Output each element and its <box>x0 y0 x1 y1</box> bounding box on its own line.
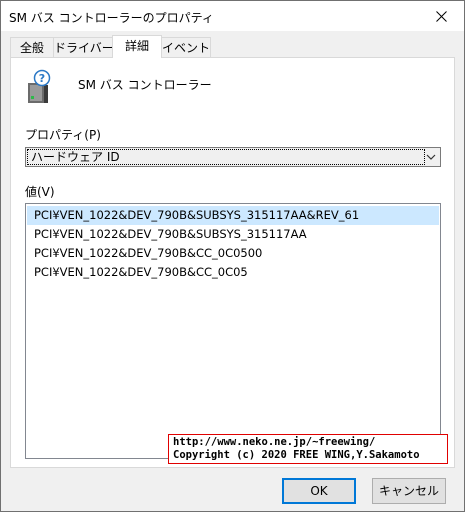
property-label: プロパティ(P) <box>25 128 101 142</box>
value-label: 値(V) <box>25 185 55 199</box>
cancel-button[interactable]: キャンセル <box>372 478 446 504</box>
close-button[interactable] <box>418 1 464 31</box>
watermark-copyright: Copyright (c) 2020 FREE WING,Y.Sakamoto <box>173 449 420 461</box>
list-item[interactable]: PCI¥VEN_1022&DEV_790B&CC_0C05 <box>27 263 439 282</box>
property-selected-value: ハードウェア ID <box>27 149 425 165</box>
tab-general[interactable]: 全般 <box>10 37 54 57</box>
device-name: SM バス コントローラー <box>78 78 212 92</box>
tab-details[interactable]: 詳細 <box>112 35 162 58</box>
list-item[interactable]: PCI¥VEN_1022&DEV_790B&SUBSYS_315117AA <box>27 225 439 244</box>
properties-dialog: SM バス コントローラーのプロパティ 全般 ドライバー 詳細 イベント ? S… <box>0 0 465 512</box>
chevron-down-icon <box>426 154 436 160</box>
svg-text:?: ? <box>39 72 45 85</box>
value-listbox[interactable]: PCI¥VEN_1022&DEV_790B&SUBSYS_315117AA&RE… <box>25 203 441 459</box>
ok-button[interactable]: OK <box>282 478 356 504</box>
window-title: SM バス コントローラーのプロパティ <box>9 11 214 25</box>
list-item[interactable]: PCI¥VEN_1022&DEV_790B&SUBSYS_315117AA&RE… <box>27 206 439 225</box>
tab-events-label: イベント <box>162 41 211 55</box>
tab-driver[interactable]: ドライバー <box>53 37 114 57</box>
device-unknown-icon: ? <box>28 69 51 103</box>
watermark-url: http://www.neko.ne.jp/~freewing/ <box>173 436 376 448</box>
property-dropdown[interactable]: ハードウェア ID <box>25 147 441 167</box>
tab-general-label: 全般 <box>19 41 44 55</box>
tab-events[interactable]: イベント <box>161 37 211 57</box>
title-bar: SM バス コントローラーのプロパティ <box>1 1 464 31</box>
list-item[interactable]: PCI¥VEN_1022&DEV_790B&CC_0C0500 <box>27 244 439 263</box>
close-icon <box>435 10 447 22</box>
tab-details-label: 詳細 <box>124 39 149 53</box>
watermark: http://www.neko.ne.jp/~freewing/ Copyrig… <box>168 434 448 464</box>
tab-driver-label: ドライバー <box>54 41 114 55</box>
